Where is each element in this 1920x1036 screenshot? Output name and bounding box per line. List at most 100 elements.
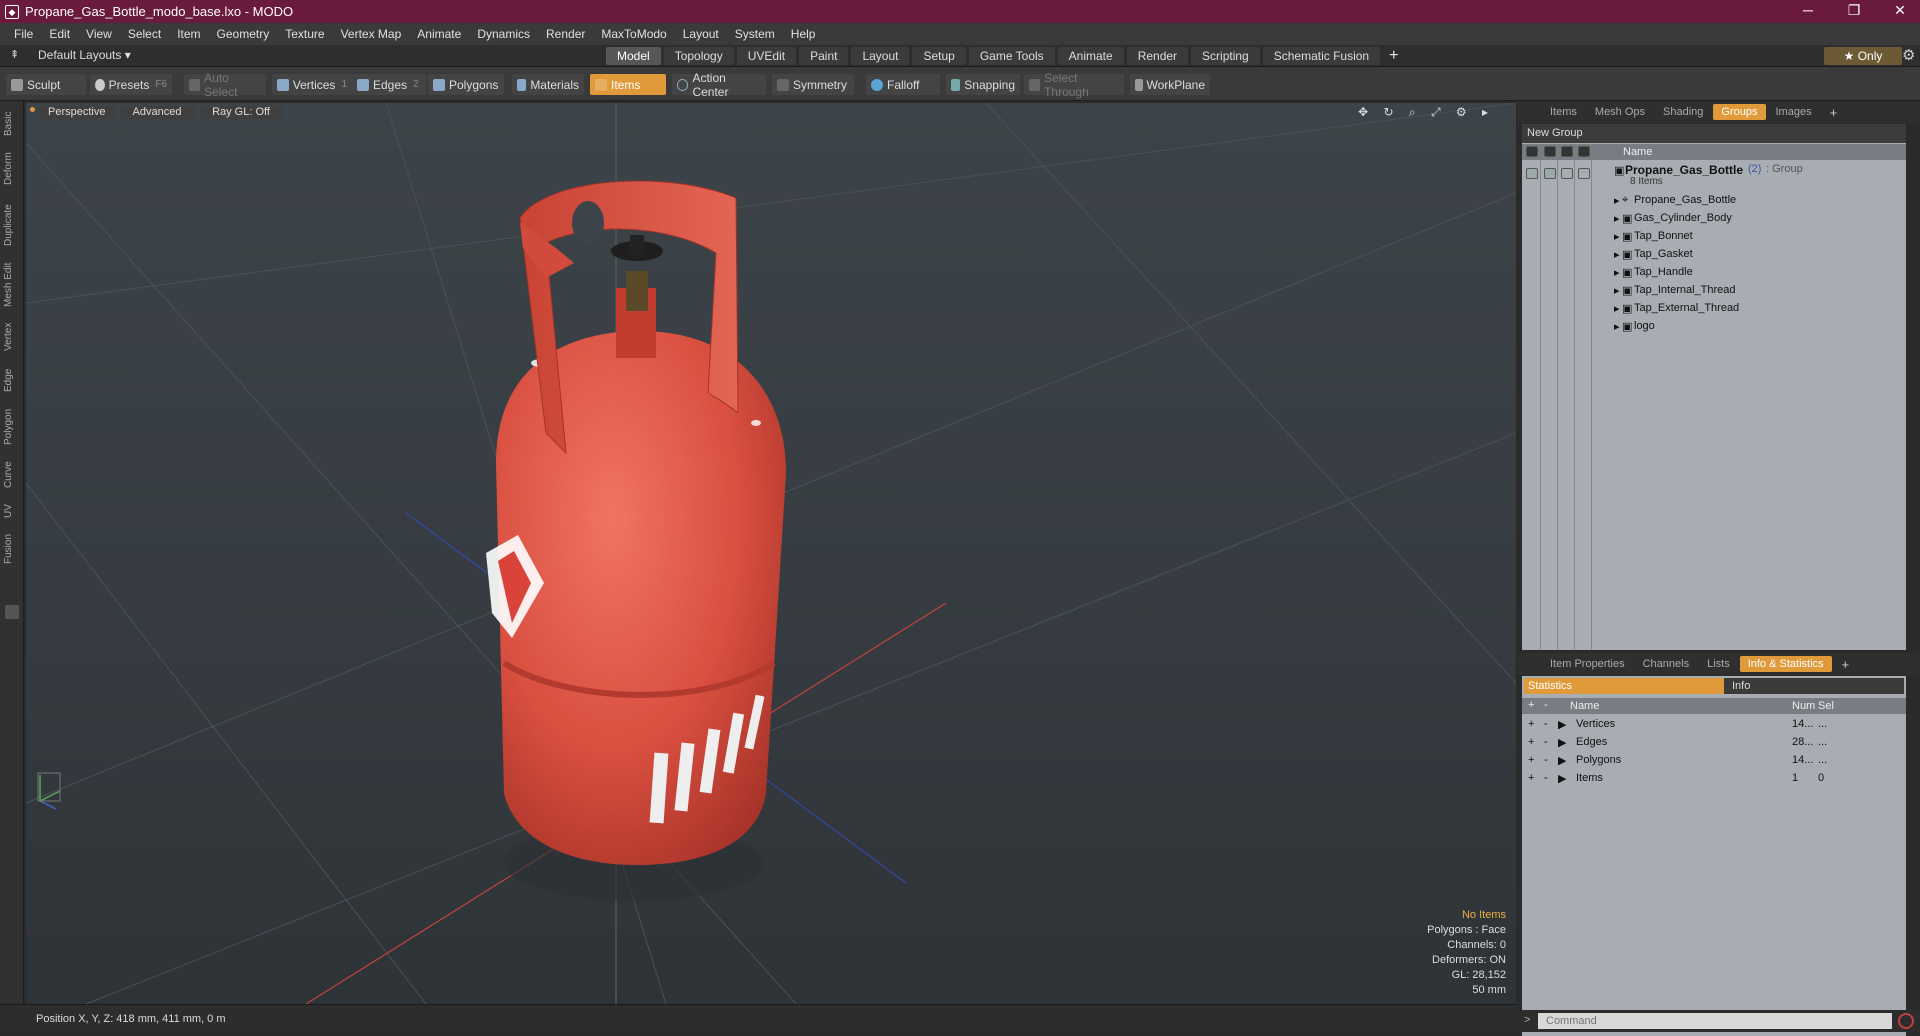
plus-icon[interactable]: + bbox=[1528, 772, 1534, 784]
tab-scripting[interactable]: Scripting bbox=[1191, 47, 1260, 65]
action-center-button[interactable]: Action Center bbox=[672, 71, 766, 99]
eye-icon[interactable] bbox=[1526, 168, 1538, 179]
left-tab-curve[interactable]: Curve bbox=[3, 457, 21, 493]
expand-arrow-icon[interactable]: ▶ bbox=[1558, 754, 1566, 767]
perspective-dropdown[interactable]: Perspective bbox=[40, 106, 114, 119]
list-item[interactable]: ▸ ▣ logo bbox=[1522, 318, 1906, 336]
lock-icon[interactable] bbox=[1544, 146, 1556, 157]
select-through-button[interactable]: Select Through bbox=[1024, 71, 1124, 99]
tab-topology[interactable]: Topology bbox=[663, 47, 734, 65]
add-layout-tab-button[interactable]: + bbox=[1383, 47, 1404, 65]
table-row[interactable]: + - ▶ Edges 28...... bbox=[1522, 734, 1906, 752]
tab-setup[interactable]: Setup bbox=[912, 47, 966, 65]
tab-animate[interactable]: Animate bbox=[1057, 47, 1124, 65]
list-item[interactable]: ▸ ▣ Tap_Bonnet bbox=[1522, 228, 1906, 246]
select-toggle-icon[interactable] bbox=[1578, 168, 1590, 179]
minimize-button[interactable]: ─ bbox=[1788, 0, 1828, 23]
add-tab-button[interactable]: + bbox=[1822, 103, 1846, 122]
list-item[interactable]: ▸ ▣ Tap_Internal_Thread bbox=[1522, 282, 1906, 300]
list-item[interactable]: ▸ ▣ Tap_Handle bbox=[1522, 264, 1906, 282]
polygons-button[interactable]: Polygons bbox=[428, 74, 504, 95]
menu-render[interactable]: Render bbox=[538, 27, 593, 41]
close-button[interactable]: ✕ bbox=[1880, 0, 1920, 23]
left-tab-duplicate[interactable]: Duplicate bbox=[3, 197, 21, 253]
expand-toolbox-button[interactable] bbox=[5, 605, 19, 619]
minus-icon[interactable]: - bbox=[1544, 772, 1548, 784]
menu-file[interactable]: File bbox=[6, 27, 41, 41]
left-tab-mesh-edit[interactable]: Mesh Edit bbox=[3, 259, 21, 311]
materials-button[interactable]: Materials bbox=[512, 74, 584, 95]
menu-select[interactable]: Select bbox=[120, 27, 169, 41]
select-icon[interactable] bbox=[1578, 146, 1590, 157]
tab-item-properties[interactable]: Item Properties bbox=[1542, 656, 1633, 672]
table-row[interactable]: + - ▶ Items 1 0 bbox=[1522, 770, 1906, 788]
statistics-tab[interactable]: Statistics bbox=[1524, 678, 1724, 694]
info-tab[interactable]: Info bbox=[1724, 678, 1904, 694]
tab-uvedit[interactable]: UVEdit bbox=[736, 47, 797, 65]
menu-geometry[interactable]: Geometry bbox=[209, 27, 278, 41]
group-row[interactable]: ▣ Propane_Gas_Bottle (2) : Group 8 Items bbox=[1522, 162, 1906, 192]
render-icon[interactable] bbox=[1561, 146, 1573, 157]
menu-dynamics[interactable]: Dynamics bbox=[469, 27, 538, 41]
left-tab-polygon[interactable]: Polygon bbox=[3, 403, 21, 451]
menu-edit[interactable]: Edit bbox=[41, 27, 78, 41]
command-input[interactable] bbox=[1538, 1013, 1892, 1029]
eye-icon[interactable] bbox=[1526, 146, 1538, 157]
table-row[interactable]: + - ▶ Vertices 14...... bbox=[1522, 716, 1906, 734]
left-tab-fusion[interactable]: Fusion bbox=[3, 529, 21, 569]
left-tab-uv[interactable]: UV bbox=[3, 499, 21, 523]
tab-shading[interactable]: Shading bbox=[1655, 104, 1711, 120]
maximize-button[interactable]: ❐ bbox=[1834, 0, 1874, 23]
list-item[interactable]: ▸ ▣ Tap_Gasket bbox=[1522, 246, 1906, 264]
plus-icon[interactable]: + bbox=[1528, 718, 1534, 730]
menu-vertex-map[interactable]: Vertex Map bbox=[333, 27, 410, 41]
new-group-button[interactable]: New Group bbox=[1522, 124, 1906, 143]
menu-maxtomodo[interactable]: MaxToModo bbox=[593, 27, 674, 41]
menu-item[interactable]: Item bbox=[169, 27, 208, 41]
list-item[interactable]: ▸ ▣ Tap_External_Thread bbox=[1522, 300, 1906, 318]
expand-arrow-icon[interactable]: ▶ bbox=[1558, 772, 1566, 785]
table-row[interactable]: + - ▶ Polygons 14...... bbox=[1522, 752, 1906, 770]
left-tab-edge[interactable]: Edge bbox=[3, 363, 21, 397]
minus-icon[interactable]: - bbox=[1544, 754, 1548, 766]
viewport-nav-icons[interactable]: ✥ ↻ ⌕ ⤢ ⚙ ▸ bbox=[1358, 105, 1494, 120]
left-tab-basic[interactable]: Basic bbox=[3, 107, 21, 141]
tab-groups[interactable]: Groups bbox=[1713, 104, 1766, 120]
tab-paint[interactable]: Paint bbox=[799, 47, 849, 65]
ray-gl-toggle[interactable]: Ray GL: Off bbox=[200, 106, 282, 119]
menu-layout[interactable]: Layout bbox=[675, 27, 727, 41]
add-tab-button[interactable]: + bbox=[1834, 655, 1858, 674]
default-layouts-dropdown[interactable]: Default Layouts ▾ bbox=[38, 48, 131, 62]
plus-icon[interactable]: + bbox=[1528, 754, 1534, 766]
lock-icon[interactable] bbox=[1544, 168, 1556, 179]
items-button[interactable]: Items bbox=[590, 74, 666, 95]
vertices-button[interactable]: Vertices 1 bbox=[272, 74, 352, 95]
3d-viewport[interactable]: Perspective Advanced Ray GL: Off ✥ ↻ ⌕ ⤢… bbox=[26, 103, 1516, 1004]
symmetry-button[interactable]: Symmetry bbox=[772, 74, 854, 95]
left-tab-vertex[interactable]: Vertex bbox=[3, 317, 21, 357]
plus-icon[interactable]: + bbox=[1528, 736, 1534, 748]
presets-button[interactable]: Presets F6 bbox=[90, 74, 172, 95]
list-item[interactable]: ▸ ⌖ Propane_Gas_Bottle bbox=[1522, 192, 1906, 210]
tab-layout[interactable]: Layout bbox=[851, 47, 910, 65]
minus-icon[interactable]: - bbox=[1544, 718, 1548, 730]
menu-view[interactable]: View bbox=[78, 27, 120, 41]
tab-game-tools[interactable]: Game Tools bbox=[968, 47, 1055, 65]
expand-arrow-icon[interactable]: ▶ bbox=[1558, 736, 1566, 749]
tab-images[interactable]: Images bbox=[1768, 104, 1820, 120]
tab-model[interactable]: Model bbox=[606, 47, 661, 65]
layout-menu-icon[interactable]: ⇞ bbox=[10, 48, 19, 61]
expand-arrow-icon[interactable]: ▶ bbox=[1558, 718, 1566, 731]
left-tab-deform[interactable]: Deform bbox=[3, 147, 21, 191]
viewport-menu-dot[interactable] bbox=[30, 107, 35, 112]
workplane-button[interactable]: WorkPlane bbox=[1130, 74, 1210, 95]
menu-animate[interactable]: Animate bbox=[409, 27, 469, 41]
menu-help[interactable]: Help bbox=[783, 27, 824, 41]
tab-schematic-fusion[interactable]: Schematic Fusion bbox=[1262, 47, 1381, 65]
tab-channels[interactable]: Channels bbox=[1635, 656, 1697, 672]
falloff-button[interactable]: Falloff bbox=[866, 74, 940, 95]
tab-mesh-ops[interactable]: Mesh Ops bbox=[1587, 104, 1653, 120]
sculpt-button[interactable]: Sculpt bbox=[6, 74, 86, 95]
snapping-button[interactable]: Snapping bbox=[946, 74, 1020, 95]
tab-lists[interactable]: Lists bbox=[1699, 656, 1738, 672]
